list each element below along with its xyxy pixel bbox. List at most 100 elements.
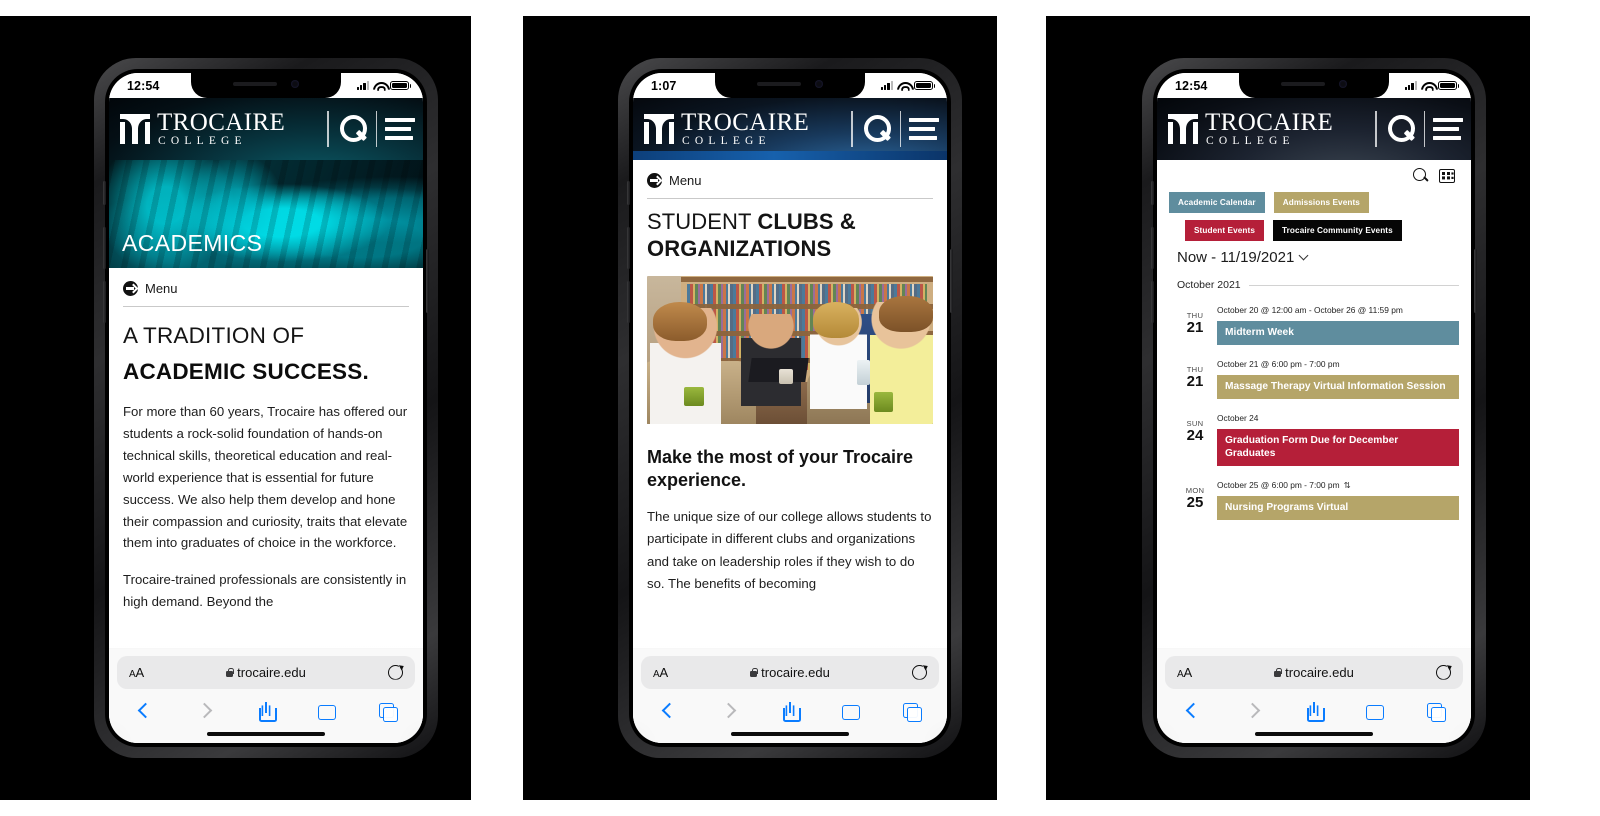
event-title[interactable]: Massage Therapy Virtual Information Sess…	[1217, 375, 1459, 399]
divider	[1248, 284, 1459, 286]
chevron-left-icon[interactable]	[1181, 701, 1203, 723]
chevron-right-icon[interactable]	[718, 701, 740, 723]
status-indicators	[1404, 80, 1460, 91]
book-icon[interactable]	[1364, 701, 1386, 723]
search-icon[interactable]	[862, 114, 892, 144]
status-time: 1:07	[651, 78, 677, 93]
list-view-icon[interactable]	[1439, 168, 1455, 183]
power-button[interactable]	[950, 249, 953, 313]
share-icon[interactable]	[779, 701, 801, 723]
filter-student-events[interactable]: Student Events	[1185, 220, 1264, 241]
share-icon[interactable]	[1303, 701, 1325, 723]
text-size-button[interactable]: AA	[129, 665, 144, 680]
home-indicator[interactable]	[1255, 731, 1373, 736]
page-title-light: STUDENT	[647, 209, 758, 234]
event-title[interactable]: Midterm Week	[1217, 321, 1459, 345]
power-button[interactable]	[1474, 249, 1477, 313]
search-icon[interactable]	[1413, 168, 1428, 183]
page-title-2: STUDENT CLUBS & ORGANIZATIONS	[647, 208, 933, 263]
reload-icon[interactable]	[1436, 665, 1451, 680]
phone-device-1: 12:54 TROCAIRE COLLEGE ACADEMICS Menu A …	[94, 58, 438, 758]
menu-toggle-2[interactable]: Menu	[647, 160, 933, 198]
trocaire-crest-icon	[644, 114, 674, 144]
book-icon[interactable]	[316, 701, 338, 723]
filter-admissions-events[interactable]: Admissions Events	[1273, 192, 1369, 213]
volume-up-button[interactable]	[103, 227, 106, 269]
earpiece-speaker-icon	[757, 82, 801, 86]
text-size-button[interactable]: AA	[1177, 665, 1192, 680]
chevron-left-icon[interactable]	[133, 701, 155, 723]
phone-notch-2	[715, 73, 865, 98]
tabs-icon[interactable]	[377, 701, 399, 723]
phone-device-2: 1:07 TROCAIRE COLLEGE Menu STUDENT CLUBS…	[618, 58, 962, 758]
book-icon[interactable]	[840, 701, 862, 723]
event-row[interactable]: THU 21 October 21 @ 6:00 pm - 7:00 pm Ma…	[1181, 359, 1459, 399]
safari-bottom-bar-2: AA trocaire.edu	[633, 642, 947, 743]
text-size-button[interactable]: AA	[653, 665, 668, 680]
url-text: trocaire.edu	[761, 664, 830, 680]
filter-academic-calendar[interactable]: Academic Calendar	[1169, 192, 1265, 213]
tabs-icon[interactable]	[1425, 701, 1447, 723]
menu-toggle-1[interactable]: Menu	[123, 268, 409, 306]
hamburger-menu-icon[interactable]	[1433, 118, 1463, 140]
event-title[interactable]: Nursing Programs Virtual	[1217, 496, 1459, 520]
home-indicator[interactable]	[207, 731, 325, 736]
address-bar-1[interactable]: AA trocaire.edu	[117, 655, 415, 689]
page-body-1: Menu A TRADITION OF ACADEMIC SUCCESS. Fo…	[109, 268, 423, 613]
chevron-right-icon[interactable]	[1242, 701, 1264, 723]
reload-icon[interactable]	[388, 665, 403, 680]
filter-community-events[interactable]: Trocaire Community Events	[1273, 220, 1402, 241]
logo-wordmark: TROCAIRE	[157, 109, 286, 137]
safari-bottom-bar-1: AA trocaire.edu	[109, 642, 423, 743]
wifi-icon	[373, 81, 386, 91]
safari-toolbar-3	[1165, 689, 1463, 723]
trocaire-logo-1[interactable]: TROCAIRE COLLEGE	[119, 110, 323, 148]
volume-down-button[interactable]	[1151, 281, 1154, 323]
event-date: THU 21	[1181, 359, 1209, 399]
battery-icon	[390, 80, 412, 91]
volume-up-button[interactable]	[1151, 227, 1154, 269]
battery-icon	[1438, 80, 1460, 91]
mute-switch[interactable]	[627, 181, 630, 205]
address-bar-3[interactable]: AA trocaire.edu	[1165, 655, 1463, 689]
event-row[interactable]: MON 25 October 25 @ 6:00 pm - 7:00 pm ⇅ …	[1181, 480, 1459, 520]
hamburger-menu-icon[interactable]	[385, 118, 415, 140]
body-paragraph: The unique size of our college allows st…	[647, 509, 932, 591]
tabs-icon[interactable]	[901, 701, 923, 723]
phone-notch-1	[191, 73, 341, 98]
volume-down-button[interactable]	[103, 281, 106, 323]
address-bar-2[interactable]: AA trocaire.edu	[641, 655, 939, 689]
reload-icon[interactable]	[912, 665, 927, 680]
chevron-down-icon	[1298, 250, 1309, 261]
event-title[interactable]: Graduation Form Due for December Graduat…	[1217, 428, 1459, 466]
date-range-selector[interactable]: Now - 11/19/2021	[1177, 249, 1459, 266]
event-row[interactable]: SUN 24 October 24 Graduation Form Due fo…	[1181, 413, 1459, 466]
hero-banner: ACADEMICS	[109, 160, 423, 268]
hero-title: ACADEMICS	[122, 230, 263, 256]
header-divider	[327, 111, 329, 147]
share-icon[interactable]	[255, 701, 277, 723]
volume-up-button[interactable]	[627, 227, 630, 269]
trocaire-logo-3[interactable]: TROCAIRE COLLEGE	[1167, 110, 1371, 148]
power-button[interactable]	[426, 249, 429, 313]
home-indicator[interactable]	[731, 731, 849, 736]
arrow-circle-right-icon	[647, 173, 662, 188]
url-text: trocaire.edu	[237, 664, 306, 680]
chevron-right-icon[interactable]	[194, 701, 216, 723]
library-students-photo	[647, 275, 933, 424]
month-header: October 2021	[1177, 279, 1459, 291]
event-time: October 25 @ 6:00 pm - 7:00 pm ⇅	[1217, 480, 1459, 492]
volume-down-button[interactable]	[627, 281, 630, 323]
search-icon[interactable]	[338, 114, 368, 144]
arrow-circle-right-icon	[123, 281, 138, 296]
event-row[interactable]: THU 21 October 20 @ 12:00 am - October 2…	[1181, 305, 1459, 345]
battery-icon	[914, 80, 936, 91]
hamburger-menu-icon[interactable]	[909, 118, 939, 140]
search-icon[interactable]	[1386, 114, 1416, 144]
chevron-left-icon[interactable]	[657, 701, 679, 723]
trocaire-logo-2[interactable]: TROCAIRE COLLEGE	[643, 110, 847, 148]
mute-switch[interactable]	[1151, 181, 1154, 205]
site-header-1: TROCAIRE COLLEGE	[109, 98, 423, 160]
scroll-fade	[109, 642, 423, 649]
mute-switch[interactable]	[103, 181, 106, 205]
